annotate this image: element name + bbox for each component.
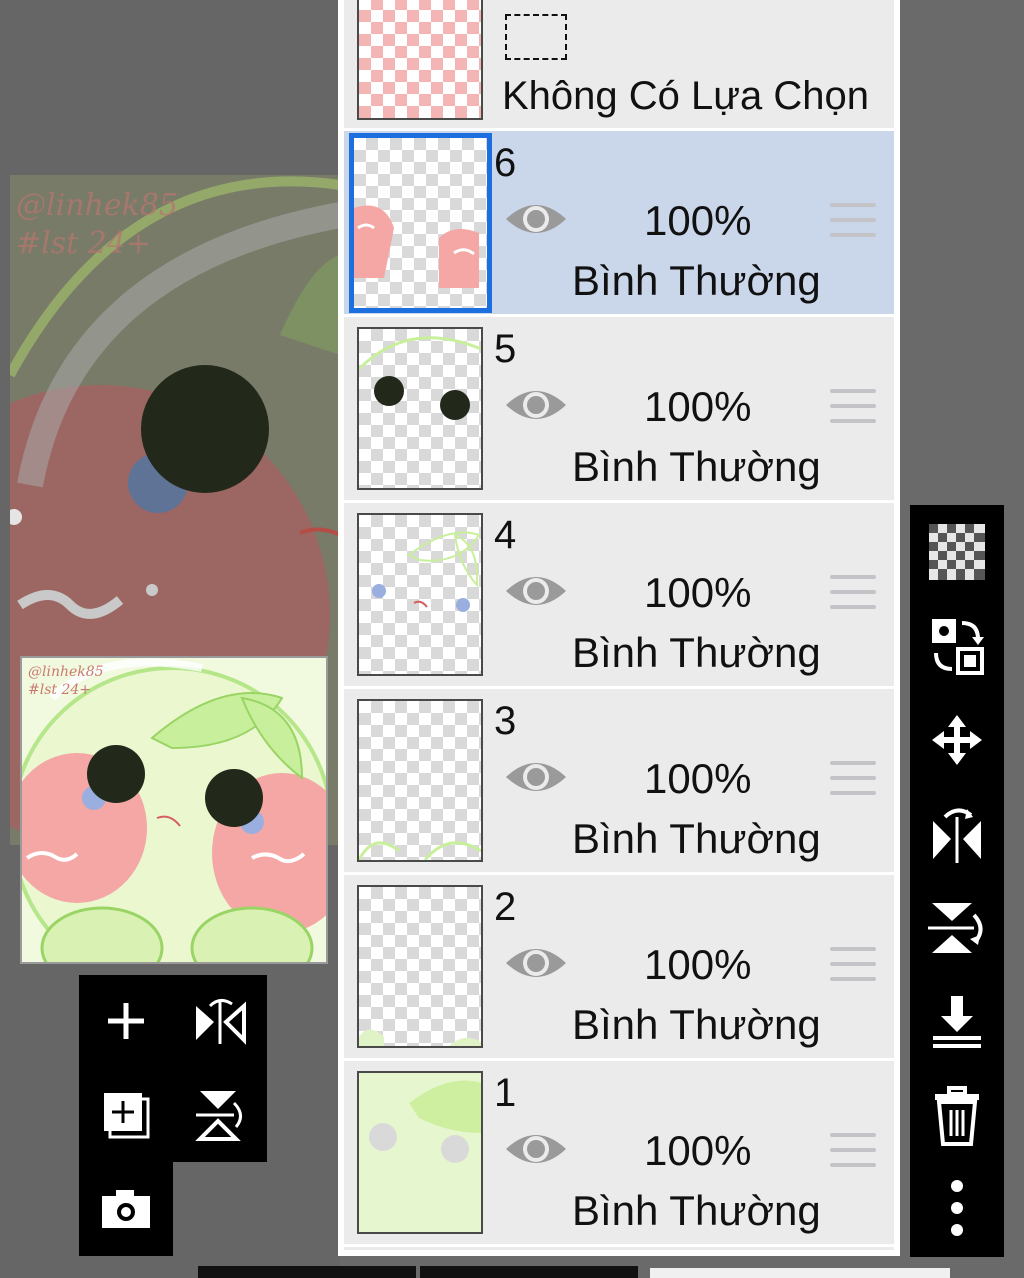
- selection-label: Không Có Lựa Chọn: [502, 74, 870, 118]
- merge-down-icon[interactable]: [910, 977, 1004, 1067]
- transfer-icon[interactable]: [910, 601, 1004, 691]
- selection-marquee-icon: [505, 14, 567, 60]
- drag-handle-icon[interactable]: [830, 203, 876, 241]
- drag-handle-icon[interactable]: [830, 947, 876, 985]
- drag-handle-icon[interactable]: [830, 389, 876, 427]
- canvas-preview[interactable]: @linhek85 #lst 24+: [20, 656, 328, 964]
- add-layer-icon[interactable]: [79, 1069, 173, 1161]
- eye-icon[interactable]: [504, 197, 568, 241]
- layer-thumbnail: [357, 699, 483, 862]
- left-tool-palette: [79, 975, 267, 1162]
- layer-number: 4: [494, 513, 517, 557]
- layer-blend-mode[interactable]: Bình Thường: [572, 443, 821, 491]
- trash-icon[interactable]: [910, 1071, 1004, 1161]
- layer-opacity[interactable]: 100%: [644, 1127, 751, 1175]
- layer-number: 5: [494, 327, 517, 371]
- layer-row[interactable]: 1 100% Bình Thường: [344, 1061, 894, 1247]
- drag-handle-icon[interactable]: [830, 1133, 876, 1171]
- layer-row[interactable]: 2 100% Bình Thường: [344, 875, 894, 1061]
- plus-icon[interactable]: [79, 975, 173, 1067]
- svg-text:#lst 24+: #lst 24+: [28, 682, 91, 698]
- drag-handle-icon[interactable]: [830, 575, 876, 613]
- layer-tool-bar: [910, 505, 1004, 1257]
- layer-thumbnail: [357, 327, 483, 490]
- layer-number: 1: [494, 1071, 517, 1115]
- eye-icon[interactable]: [504, 383, 568, 427]
- watermark-line2: #lst 24+: [16, 226, 151, 261]
- flip-horizontal-icon[interactable]: [910, 789, 1004, 879]
- layer-row[interactable]: 5 100% Bình Thường: [344, 317, 894, 503]
- eye-icon[interactable]: [504, 755, 568, 799]
- eye-icon[interactable]: [504, 941, 568, 985]
- layer-number: 6: [494, 141, 517, 185]
- layer-thumbnail: [357, 513, 483, 676]
- layer-opacity[interactable]: 100%: [644, 755, 751, 803]
- eye-icon[interactable]: [504, 569, 568, 613]
- flip-vertical-icon[interactable]: [173, 1069, 267, 1161]
- layer-row[interactable]: 3 100% Bình Thường: [344, 689, 894, 875]
- layer-blend-mode[interactable]: Bình Thường: [572, 1001, 821, 1049]
- selection-thumbnail: [357, 0, 483, 120]
- more-icon[interactable]: [910, 1163, 1004, 1253]
- bottom-tab-b[interactable]: [420, 1266, 638, 1278]
- move-icon[interactable]: [910, 695, 1004, 785]
- layer-blend-mode[interactable]: Bình Thường: [572, 815, 821, 863]
- bottom-tab-c[interactable]: [650, 1268, 950, 1278]
- flip-horizontal-icon[interactable]: [173, 975, 267, 1067]
- flip-vertical-icon[interactable]: [910, 883, 1004, 973]
- svg-text:@linhek85: @linhek85: [28, 664, 104, 680]
- left-tool-palette-bottom: [79, 1160, 173, 1256]
- layer-opacity[interactable]: 100%: [644, 197, 751, 245]
- layer-row[interactable]: 6 100% Bình Thường: [344, 131, 894, 317]
- layer-blend-mode[interactable]: Bình Thường: [572, 1187, 821, 1235]
- layer-blend-mode[interactable]: Bình Thường: [572, 629, 821, 677]
- layer-thumbnail: [357, 885, 483, 1048]
- layer-opacity[interactable]: 100%: [644, 569, 751, 617]
- selection-layer-row[interactable]: Không Có Lựa Chọn: [344, 0, 894, 131]
- layer-thumbnail: [349, 133, 492, 313]
- layer-number: 3: [494, 699, 517, 743]
- layer-opacity[interactable]: 100%: [644, 941, 751, 989]
- layer-row[interactable]: 4 100% Bình Thường: [344, 503, 894, 689]
- layer-thumbnail: [357, 1071, 483, 1234]
- watermark-line1: @linhek85: [16, 188, 178, 223]
- layer-panel: Không Có Lựa Chọn 6 100% Bình Thường 5 1…: [338, 0, 900, 1256]
- camera-icon[interactable]: [79, 1162, 173, 1254]
- bottom-tab-a[interactable]: [198, 1266, 416, 1278]
- eye-icon[interactable]: [504, 1127, 568, 1171]
- layer-blend-mode[interactable]: Bình Thường: [572, 257, 821, 305]
- drag-handle-icon[interactable]: [830, 761, 876, 799]
- layer-opacity[interactable]: 100%: [644, 383, 751, 431]
- layer-number: 2: [494, 885, 517, 929]
- checker-icon[interactable]: [910, 507, 1004, 597]
